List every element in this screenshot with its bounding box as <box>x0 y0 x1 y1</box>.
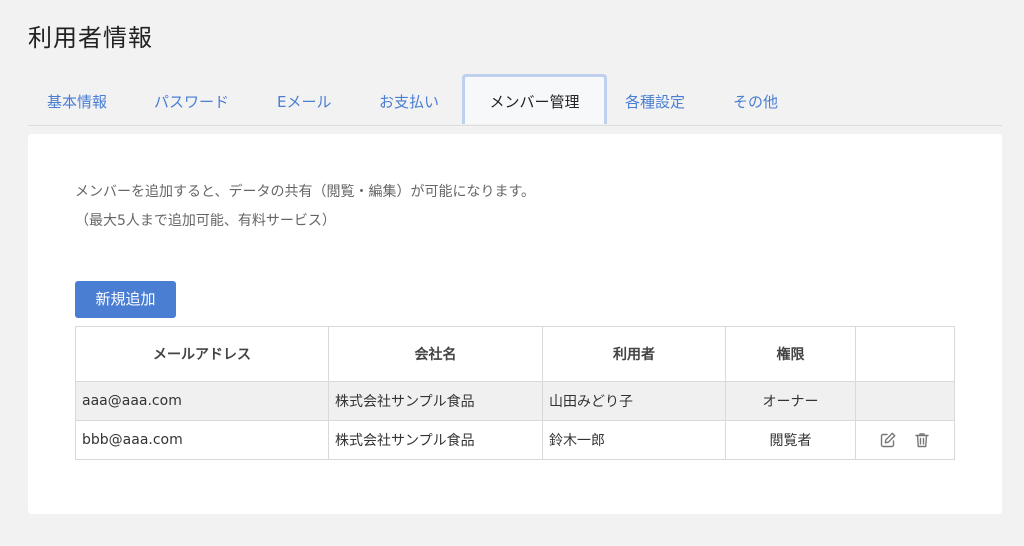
tab-email[interactable]: Eメール <box>277 74 331 124</box>
trash-icon[interactable] <box>913 431 931 449</box>
cell-company: 株式会社サンプル食品 <box>328 381 543 421</box>
cell-user: 鈴木一郎 <box>542 420 726 460</box>
cell-role: 閲覧者 <box>725 420 856 460</box>
cell-actions <box>855 381 955 421</box>
tab-password[interactable]: パスワード <box>154 74 229 124</box>
cell-user: 山田みどり子 <box>542 381 726 421</box>
tab-other[interactable]: その他 <box>733 74 778 124</box>
column-header-user: 利用者 <box>542 326 726 382</box>
member-management-panel: メンバーを追加すると、データの共有（閲覧・編集）が可能になります。 （最大5人ま… <box>28 134 1002 514</box>
description-note: （最大5人まで追加可能、有料サービス） <box>75 213 336 229</box>
tab-payment[interactable]: お支払い <box>379 74 439 124</box>
cell-actions <box>855 420 955 460</box>
tab-basic-info[interactable]: 基本情報 <box>47 74 107 124</box>
tab-settings[interactable]: 各種設定 <box>625 74 685 124</box>
cell-email: aaa@aaa.com <box>75 381 329 421</box>
column-header-actions <box>855 326 955 382</box>
cell-company: 株式会社サンプル食品 <box>328 420 543 460</box>
cell-email: bbb@aaa.com <box>75 420 329 460</box>
table-row: aaa@aaa.com 株式会社サンプル食品 山田みどり子 オーナー <box>75 381 955 421</box>
cell-role: オーナー <box>725 381 856 421</box>
description-text: メンバーを追加すると、データの共有（閲覧・編集）が可能になります。 <box>75 184 536 200</box>
column-header-company: 会社名 <box>328 326 543 382</box>
column-header-role: 権限 <box>725 326 856 382</box>
edit-icon[interactable] <box>879 431 897 449</box>
tab-bar: 基本情報 パスワード Eメール お支払い メンバー管理 各種設定 その他 <box>28 74 1002 126</box>
add-member-button[interactable]: 新規追加 <box>75 281 176 318</box>
table-header-row: メールアドレス 会社名 利用者 権限 <box>75 326 955 382</box>
tab-member-management[interactable]: メンバー管理 <box>462 74 607 124</box>
members-table: メールアドレス 会社名 利用者 権限 aaa@aaa.com 株式会社サンプル食… <box>75 326 955 460</box>
column-header-email: メールアドレス <box>75 326 329 382</box>
table-row: bbb@aaa.com 株式会社サンプル食品 鈴木一郎 閲覧者 <box>75 420 955 460</box>
page-title: 利用者情報 <box>28 24 153 52</box>
